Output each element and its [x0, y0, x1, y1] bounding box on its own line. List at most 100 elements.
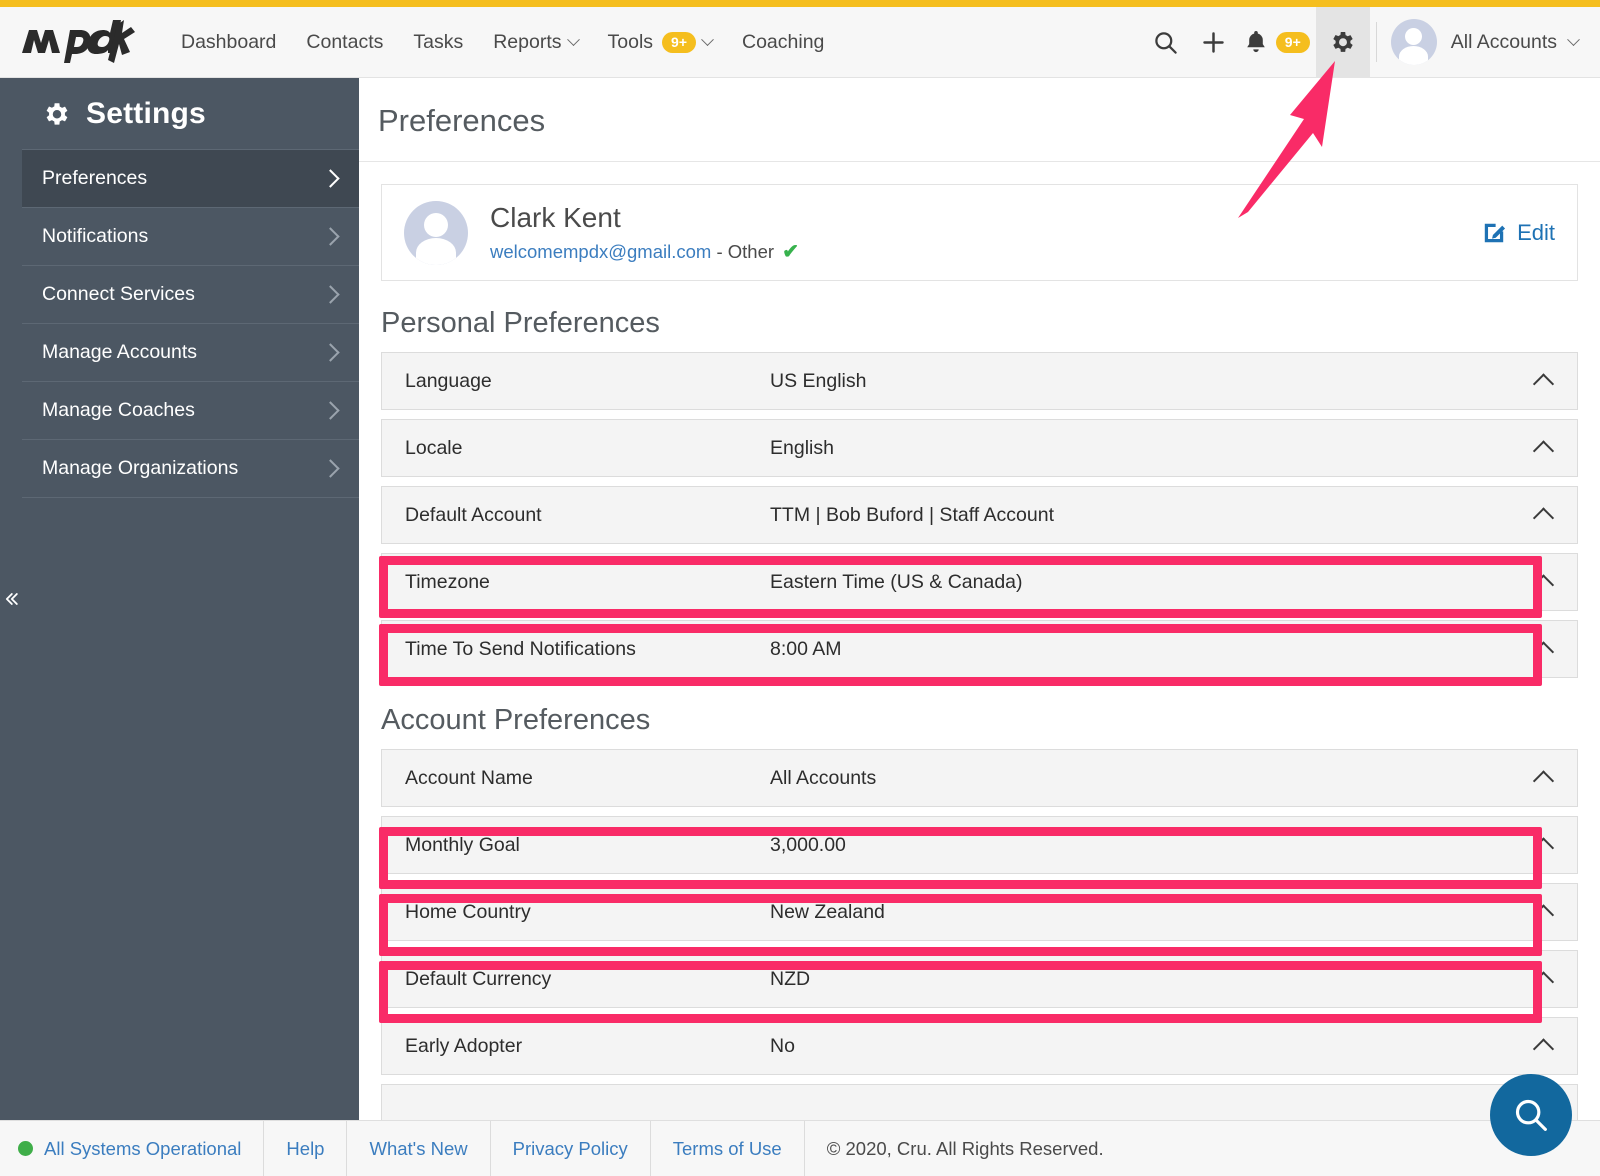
edit-button[interactable]: Edit — [1481, 220, 1555, 246]
profile-subtitle: welcomempdx@gmail.com - Other ✔ — [490, 239, 799, 264]
chevron-right-icon — [321, 169, 340, 188]
footer-link-help[interactable]: Help — [264, 1121, 348, 1176]
personal-preferences-list: Language US English Locale English Defau… — [381, 352, 1578, 678]
sidebar-header: Settings — [22, 78, 359, 150]
sidebar-collapse-rail[interactable] — [0, 78, 22, 1120]
pref-row-language[interactable]: Language US English — [381, 352, 1578, 410]
sidebar-item-notifications[interactable]: Notifications — [22, 208, 359, 266]
navbar-divider — [1375, 22, 1377, 62]
sidebar-item-manage-organizations[interactable]: Manage Organizations — [22, 440, 359, 498]
status-dot-icon — [18, 1141, 33, 1156]
search-icon[interactable] — [1142, 7, 1190, 78]
pref-row-time-to-send-notifications[interactable]: Time To Send Notifications 8:00 AM — [381, 620, 1578, 678]
search-icon — [1515, 1099, 1547, 1131]
notifications-button[interactable]: 9+ — [1238, 7, 1316, 78]
pref-row-default-account[interactable]: Default Account TTM | Bob Buford | Staff… — [381, 486, 1578, 544]
chevron-down-icon — [701, 32, 714, 46]
top-navbar: Dashboard Contacts Tasks Reports Tools 9… — [0, 6, 1600, 78]
chevron-down-icon — [566, 32, 580, 46]
pref-row-home-country[interactable]: Home Country New Zealand — [381, 883, 1578, 941]
pref-label: Monthly Goal — [405, 833, 520, 856]
nav-link-label: Dashboard — [181, 30, 277, 53]
sidebar-item-label: Manage Coaches — [42, 399, 195, 421]
sidebar-item-label: Preferences — [42, 167, 148, 189]
pref-label: Timezone — [405, 570, 490, 593]
nav-link-dashboard[interactable]: Dashboard — [166, 7, 291, 77]
pref-row-timezone[interactable]: Timezone Eastern Time (US & Canada) — [381, 553, 1578, 611]
chevron-down-icon — [1567, 32, 1580, 46]
navbar-right-actions: 9+ All Accounts — [1142, 6, 1600, 78]
chevron-up-icon[interactable] — [1532, 507, 1555, 529]
footer-link-privacy-policy[interactable]: Privacy Policy — [491, 1121, 651, 1176]
sidebar-item-manage-coaches[interactable]: Manage Coaches — [22, 382, 359, 440]
sidebar-item-label: Manage Accounts — [42, 341, 198, 363]
settings-sidebar: Settings Preferences Notifications Conne… — [22, 78, 359, 1120]
pref-value: Eastern Time (US & Canada) — [770, 570, 1023, 593]
account-name-label: All Accounts — [1450, 30, 1557, 53]
pref-row-locale[interactable]: Locale English — [381, 419, 1578, 477]
account-preferences-list: Account Name All Accounts Monthly Goal 3… — [381, 749, 1578, 1120]
account-switcher[interactable]: All Accounts — [1390, 19, 1600, 65]
chevron-right-icon — [321, 459, 340, 478]
chevron-up-icon[interactable] — [1532, 837, 1555, 859]
nav-link-contacts[interactable]: Contacts — [291, 7, 398, 77]
chevron-up-icon[interactable] — [1532, 1038, 1555, 1060]
nav-link-label: Tasks — [413, 30, 464, 53]
notification-badge: 9+ — [1275, 31, 1310, 53]
sidebar-item-preferences[interactable]: Preferences — [22, 150, 359, 208]
pref-row-next-partial[interactable] — [381, 1084, 1578, 1120]
chevron-right-icon — [321, 285, 340, 304]
pref-value: All Accounts — [770, 766, 877, 789]
pref-row-early-adopter[interactable]: Early Adopter No — [381, 1017, 1578, 1075]
pref-row-default-currency[interactable]: Default Currency NZD — [381, 950, 1578, 1008]
pref-value: New Zealand — [770, 900, 885, 923]
status-label: All Systems Operational — [44, 1137, 242, 1159]
double-chevron-left-icon[interactable] — [1, 589, 21, 609]
nav-link-reports[interactable]: Reports — [478, 7, 592, 77]
chevron-right-icon — [321, 401, 340, 420]
nav-link-tools[interactable]: Tools 9+ — [593, 7, 728, 77]
footer-link-whats-new[interactable]: What's New — [347, 1121, 491, 1176]
pref-value: English — [770, 436, 834, 459]
chevron-up-icon[interactable] — [1532, 574, 1555, 596]
profile-email-type: - Other — [711, 241, 780, 262]
chevron-up-icon[interactable] — [1532, 440, 1555, 462]
footer-link-terms-of-use[interactable]: Terms of Use — [651, 1121, 805, 1176]
page-title: Preferences — [359, 78, 1600, 162]
gear-icon[interactable] — [1315, 6, 1370, 78]
pref-label: Time To Send Notifications — [405, 637, 636, 660]
chevron-right-icon — [321, 343, 340, 362]
pref-label: Locale — [405, 436, 463, 459]
pref-label: Account Name — [405, 766, 533, 789]
profile-email-link[interactable]: welcomempdx@gmail.com — [490, 241, 711, 262]
nav-link-label: Contacts — [306, 30, 384, 53]
chevron-up-icon[interactable] — [1532, 641, 1555, 663]
mpdx-logo[interactable] — [18, 7, 158, 77]
profile-card: Clark Kent welcomempdx@gmail.com - Other… — [381, 184, 1578, 281]
chevron-right-icon — [321, 227, 340, 246]
pref-value: 3,000.00 — [770, 833, 846, 856]
footer-copyright: © 2020, Cru. All Rights Reserved. — [826, 1137, 1104, 1159]
primary-nav: Dashboard Contacts Tasks Reports Tools 9… — [166, 7, 839, 77]
footer-link-label: Privacy Policy — [512, 1137, 628, 1159]
system-status[interactable]: All Systems Operational — [0, 1121, 265, 1176]
sidebar-title: Settings — [86, 96, 206, 130]
pref-label: Early Adopter — [405, 1034, 523, 1057]
sidebar-item-manage-accounts[interactable]: Manage Accounts — [22, 324, 359, 382]
profile-text: Clark Kent welcomempdx@gmail.com - Other… — [490, 201, 799, 264]
nav-link-coaching[interactable]: Coaching — [727, 7, 839, 77]
chevron-up-icon[interactable] — [1532, 971, 1555, 993]
plus-icon[interactable] — [1190, 7, 1238, 78]
chevron-up-icon[interactable] — [1532, 770, 1555, 792]
nav-link-tasks[interactable]: Tasks — [398, 7, 478, 77]
nav-link-label: Reports — [493, 30, 562, 53]
chevron-up-icon[interactable] — [1532, 373, 1555, 395]
pref-label: Language — [405, 369, 492, 392]
sidebar-item-connect-services[interactable]: Connect Services — [22, 266, 359, 324]
pref-row-account-name[interactable]: Account Name All Accounts — [381, 749, 1578, 807]
help-search-fab[interactable] — [1490, 1074, 1572, 1156]
chevron-up-icon[interactable] — [1532, 904, 1555, 926]
pref-row-monthly-goal[interactable]: Monthly Goal 3,000.00 — [381, 816, 1578, 874]
footer-link-label: Terms of Use — [672, 1137, 782, 1159]
edit-pencil-icon — [1484, 223, 1506, 242]
